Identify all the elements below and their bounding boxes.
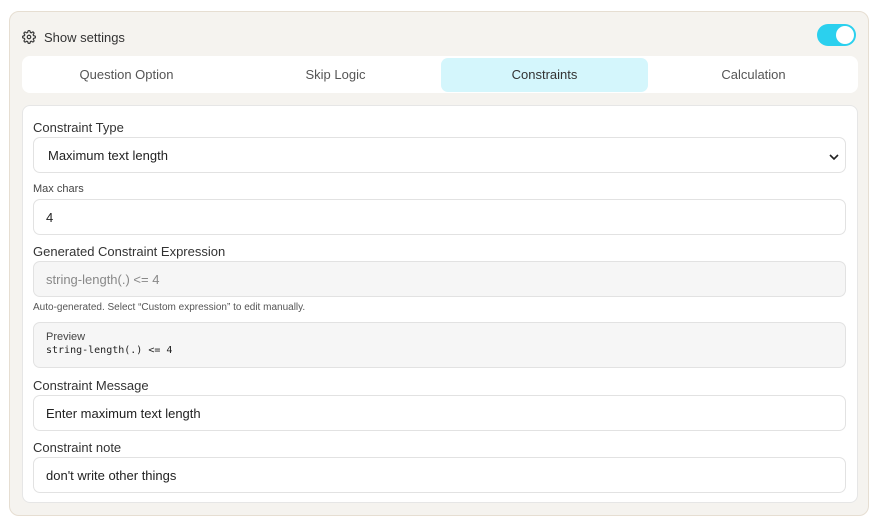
tab-calculation[interactable]: Calculation bbox=[650, 58, 857, 92]
toggle-knob bbox=[836, 26, 854, 44]
show-settings-label: Show settings bbox=[44, 29, 125, 45]
max-chars-value: 4 bbox=[46, 209, 54, 225]
tab-constraints[interactable]: Constraints bbox=[441, 57, 648, 92]
constraints-card: Constraint Type Maximum text length Max … bbox=[22, 105, 858, 503]
chevron-down-icon bbox=[829, 150, 839, 161]
constraint-note-input[interactable]: don't write other things bbox=[33, 457, 846, 493]
generated-expression-label: Generated Constraint Expression bbox=[33, 244, 226, 259]
settings-panel: Show settings Question Option Skip Logic… bbox=[9, 11, 869, 516]
max-chars-input[interactable]: 4 bbox=[33, 199, 846, 235]
constraint-message-label: Constraint Message bbox=[33, 378, 149, 393]
constraint-message-value: Enter maximum text length bbox=[46, 405, 201, 421]
generated-expression-field: string-length(.) <= 4 bbox=[33, 261, 846, 297]
gear-icon bbox=[22, 30, 36, 44]
constraint-type-label: Constraint Type bbox=[33, 120, 124, 135]
settings-header: Show settings bbox=[22, 24, 856, 50]
constraint-message-input[interactable]: Enter maximum text length bbox=[33, 395, 846, 431]
tab-skip-logic[interactable]: Skip Logic bbox=[232, 58, 439, 92]
constraint-type-value: Maximum text length bbox=[48, 147, 168, 163]
constraint-note-value: don't write other things bbox=[46, 467, 177, 483]
preview-code: string-length(.) <= 4 bbox=[46, 345, 173, 356]
constraint-note-label: Constraint note bbox=[33, 440, 122, 455]
preview-title: Preview bbox=[46, 331, 86, 343]
show-settings-toggle[interactable] bbox=[817, 24, 856, 46]
max-chars-label: Max chars bbox=[33, 183, 84, 195]
tab-question-option[interactable]: Question Option bbox=[23, 58, 230, 92]
constraint-type-select[interactable]: Maximum text length bbox=[33, 137, 846, 173]
tab-bar: Question Option Skip Logic Constraints C… bbox=[22, 56, 858, 93]
preview-box: Preview string-length(.) <= 4 bbox=[33, 322, 846, 368]
generated-expression-hint: Auto-generated. Select “Custom expressio… bbox=[33, 302, 306, 313]
generated-expression-value: string-length(.) <= 4 bbox=[46, 271, 160, 287]
